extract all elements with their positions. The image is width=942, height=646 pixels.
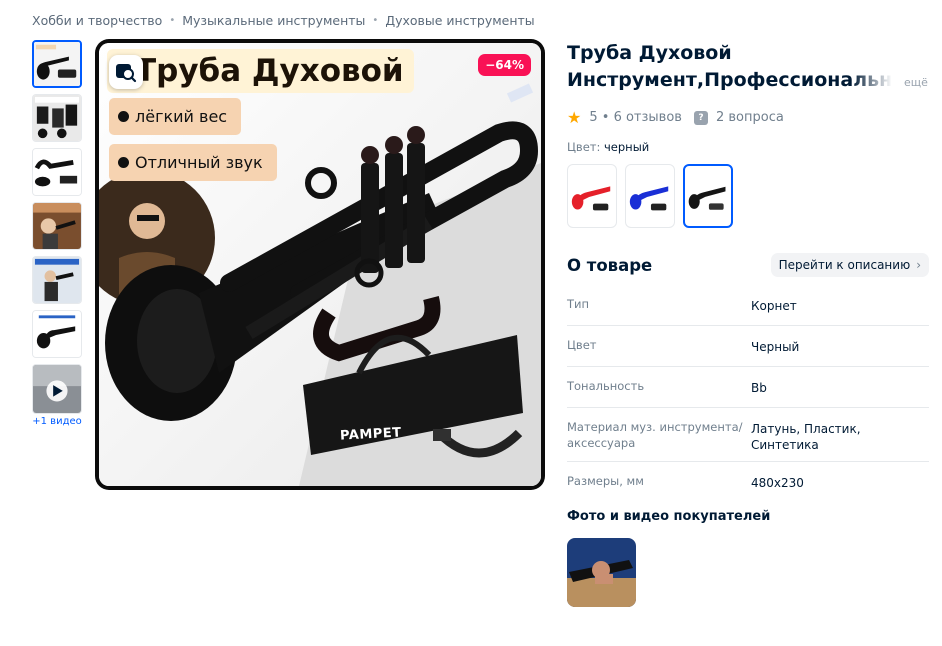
- spec-row: Тип Корнет: [567, 285, 929, 326]
- goto-description-button[interactable]: Перейти к описанию ›: [770, 253, 929, 277]
- star-icon: ★: [567, 108, 582, 127]
- rating-link[interactable]: 5 • 6 отзывов: [589, 110, 682, 125]
- spec-row: Цвет Черный: [567, 326, 929, 367]
- gallery-thumbnails: +1 видео: [32, 40, 82, 427]
- rating-row: ★ 5 • 6 отзывов ? 2 вопроса: [567, 108, 929, 127]
- spec-row: Размеры, мм 480x230: [567, 462, 929, 503]
- spec-key: Цвет: [567, 338, 597, 352]
- spec-value: Корнет: [751, 299, 797, 313]
- color-swatches: [567, 164, 929, 228]
- gallery-thumbnail[interactable]: [32, 40, 82, 88]
- main-image-canvas: Труба Духовой лёгкий вес Отличный звук −…: [99, 43, 541, 486]
- about-title: О товаре: [567, 255, 653, 275]
- customer-photo[interactable]: [567, 538, 636, 607]
- image-search-icon: [116, 64, 137, 83]
- spec-row: Материал муз. инструмента/ аксессуара Ла…: [567, 408, 929, 462]
- breadcrumb: Хобби и творчество • Музыкальные инструм…: [32, 13, 535, 28]
- product-info: Труба Духовой Инструмент,Профессиональна…: [567, 40, 929, 503]
- chevron-right-icon: ›: [916, 258, 921, 272]
- promo-title: Труба Духовой: [107, 49, 414, 93]
- product-title: Труба Духовой Инструмент,Профессиональна…: [567, 40, 892, 94]
- image-search-button[interactable]: [109, 55, 143, 89]
- spec-row: Тональность Bb: [567, 367, 929, 408]
- title-fade: [852, 67, 892, 94]
- title-more-link[interactable]: ещё: [904, 76, 928, 89]
- gallery-thumbnail[interactable]: [32, 202, 82, 250]
- spec-value: Bb: [751, 381, 767, 395]
- color-label: Цвет:: [567, 140, 601, 154]
- promo-title-text: Труба Духовой: [135, 53, 404, 89]
- questions-link[interactable]: 2 вопроса: [716, 110, 784, 125]
- reviews-count: 6 отзывов: [613, 110, 682, 125]
- breadcrumb-item-music[interactable]: Музыкальные инструменты: [182, 13, 365, 28]
- color-swatch-red[interactable]: [567, 164, 617, 228]
- rating-separator: •: [601, 110, 610, 125]
- gallery-thumbnail[interactable]: [32, 94, 82, 142]
- question-icon: ?: [693, 110, 708, 125]
- gallery-thumbnail[interactable]: [32, 148, 82, 196]
- color-row: Цвет: черный: [567, 140, 929, 154]
- spec-key: Тип: [567, 297, 590, 311]
- about-header: О товаре Перейти к описанию ›: [567, 253, 929, 277]
- color-value: черный: [604, 140, 650, 154]
- color-swatch-blue[interactable]: [625, 164, 675, 228]
- specs-table: Тип Корнет Цвет Черный Тональность Bb Ма…: [567, 285, 929, 503]
- breadcrumb-separator-icon: •: [169, 15, 176, 26]
- breadcrumb-item-hobby[interactable]: Хобби и творчество: [32, 13, 162, 28]
- product-title-line: Инструмент,Профессиональная: [567, 69, 892, 91]
- gallery-video-thumbnail[interactable]: [32, 364, 82, 414]
- feature-label: Отличный звук: [109, 144, 277, 181]
- feature-label: лёгкий вес: [109, 98, 242, 135]
- video-caption[interactable]: +1 видео: [32, 416, 82, 427]
- spec-key: Размеры, мм: [567, 474, 644, 488]
- gallery-thumbnail[interactable]: [32, 256, 82, 304]
- breadcrumb-item-wind[interactable]: Духовые инструменты: [385, 13, 534, 28]
- main-product-image[interactable]: Труба Духовой лёгкий вес Отличный звук −…: [95, 39, 545, 490]
- spec-value: Латунь, Пластик, Синтетика: [751, 422, 861, 452]
- goto-description-label: Перейти к описанию: [778, 258, 911, 272]
- rating-value: 5: [589, 110, 598, 125]
- discount-badge: −64%: [478, 54, 531, 76]
- gallery-thumbnail[interactable]: [32, 310, 82, 358]
- case-brand-label: PAMPET: [339, 425, 402, 444]
- customer-photos-title: Фото и видео покупателей: [567, 509, 771, 524]
- product-title-line: Труба Духовой: [567, 42, 732, 64]
- spec-value: Черный: [751, 340, 800, 354]
- color-swatch-black[interactable]: [683, 164, 733, 228]
- spec-key: Тональность: [567, 379, 645, 393]
- spec-key: Материал муз. инструмента/ аксессуара: [567, 420, 743, 450]
- breadcrumb-separator-icon: •: [372, 15, 379, 26]
- spec-value: 480x230: [751, 476, 804, 490]
